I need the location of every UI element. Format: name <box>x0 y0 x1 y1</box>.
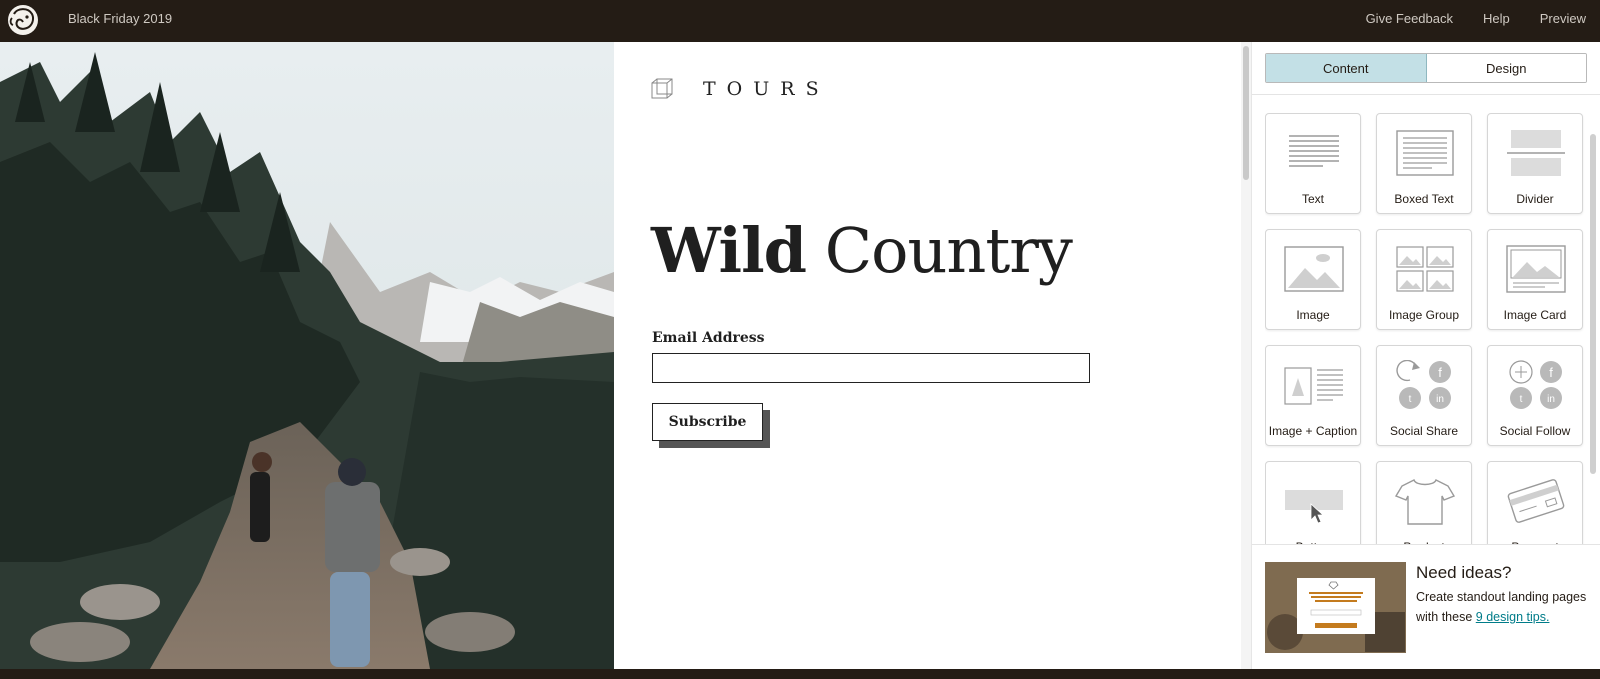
block-image-card[interactable]: Image Card <box>1487 229 1583 330</box>
campaign-title[interactable]: Black Friday 2019 <box>68 11 172 26</box>
payment-card-icon <box>1507 479 1565 523</box>
divider-block-icon <box>1507 130 1565 176</box>
image-group-block-icon <box>1396 246 1454 292</box>
bottom-strip <box>0 669 1600 679</box>
svg-text:in: in <box>1547 394 1555 405</box>
block-label: Image Group <box>1388 308 1460 322</box>
design-tips-image <box>1265 562 1406 653</box>
cube-outline-icon <box>651 78 673 99</box>
button-block-icon <box>1285 490 1343 524</box>
block-label: Text <box>1301 192 1324 206</box>
image-card-block-icon <box>1506 245 1566 293</box>
block-label: Social Follow <box>1499 424 1571 438</box>
design-tips-link[interactable]: 9 design tips. <box>1476 610 1550 624</box>
image-caption-block-icon <box>1284 367 1343 405</box>
need-ideas-body: Create standout landing pages with these… <box>1416 587 1596 627</box>
brand-header[interactable]: TOURS <box>651 78 830 100</box>
tab-content[interactable]: Content <box>1266 54 1427 82</box>
svg-text:f: f <box>1438 365 1442 380</box>
block-social-share[interactable]: f t in Social Share <box>1376 345 1472 446</box>
mailchimp-freddie-icon[interactable] <box>6 2 40 38</box>
top-bar: Black Friday 2019 Give Feedback Help Pre… <box>0 0 1600 42</box>
block-text[interactable]: Text <box>1265 113 1361 214</box>
block-image[interactable]: Image <box>1265 229 1361 330</box>
social-follow-block-icon: f t in <box>1509 360 1562 409</box>
text-block-icon <box>1289 135 1339 167</box>
block-label: Boxed Text <box>1394 192 1454 206</box>
block-boxed-text[interactable]: Boxed Text <box>1376 113 1472 214</box>
tab-design[interactable]: Design <box>1426 54 1586 82</box>
help-link[interactable]: Help <box>1483 11 1510 26</box>
design-tips-thumbnail[interactable] <box>1265 562 1406 653</box>
headline-bold: Wild <box>651 214 807 287</box>
product-tshirt-icon <box>1394 479 1456 525</box>
subscribe-button[interactable]: Subscribe <box>652 403 763 441</box>
page-headline[interactable]: Wild Country <box>651 214 1073 287</box>
svg-text:in: in <box>1436 394 1444 405</box>
canvas-scrollbar[interactable] <box>1241 42 1251 669</box>
block-divider[interactable]: Divider <box>1487 113 1583 214</box>
hero-photo[interactable] <box>0 42 614 669</box>
svg-text:f: f <box>1549 365 1553 380</box>
top-links: Give Feedback Help Preview <box>1366 11 1586 26</box>
need-ideas-promo: Need ideas? Create standout landing page… <box>1252 544 1600 669</box>
svg-text:t: t <box>1520 394 1523 405</box>
panel-separator <box>1252 94 1600 95</box>
email-label: Email Address <box>652 330 765 346</box>
block-label: Social Share <box>1389 424 1459 438</box>
panel-tabs: Content Design <box>1265 53 1587 83</box>
block-social-follow[interactable]: f t in Social Follow <box>1487 345 1583 446</box>
block-image-group[interactable]: Image Group <box>1376 229 1472 330</box>
panel-scroll-thumb[interactable] <box>1590 134 1596 474</box>
content-panel: Content Design Text Boxed Text Divider I… <box>1252 42 1600 669</box>
block-label: Image <box>1296 308 1330 322</box>
social-share-block-icon: f t in <box>1396 360 1451 409</box>
block-label: Image + Caption <box>1268 424 1358 438</box>
headline-light: Country <box>824 214 1073 287</box>
email-field[interactable] <box>652 353 1090 383</box>
give-feedback-link[interactable]: Give Feedback <box>1366 11 1453 26</box>
panel-scrollbar[interactable] <box>1590 134 1596 584</box>
content-blocks-grid: Text Boxed Text Divider Image Image Grou… <box>1265 113 1591 588</box>
block-image-caption[interactable]: Image + Caption <box>1265 345 1361 446</box>
brand-text: TOURS <box>703 78 830 100</box>
block-label: Divider <box>1516 192 1554 206</box>
need-ideas-title: Need ideas? <box>1416 563 1512 582</box>
block-label: Image Card <box>1503 308 1567 322</box>
hiking-forest-image <box>0 42 614 669</box>
image-block-icon <box>1284 246 1344 292</box>
svg-text:t: t <box>1409 394 1412 405</box>
canvas-scroll-thumb[interactable] <box>1243 46 1249 180</box>
preview-link[interactable]: Preview <box>1540 11 1586 26</box>
boxed-text-block-icon <box>1396 130 1454 176</box>
